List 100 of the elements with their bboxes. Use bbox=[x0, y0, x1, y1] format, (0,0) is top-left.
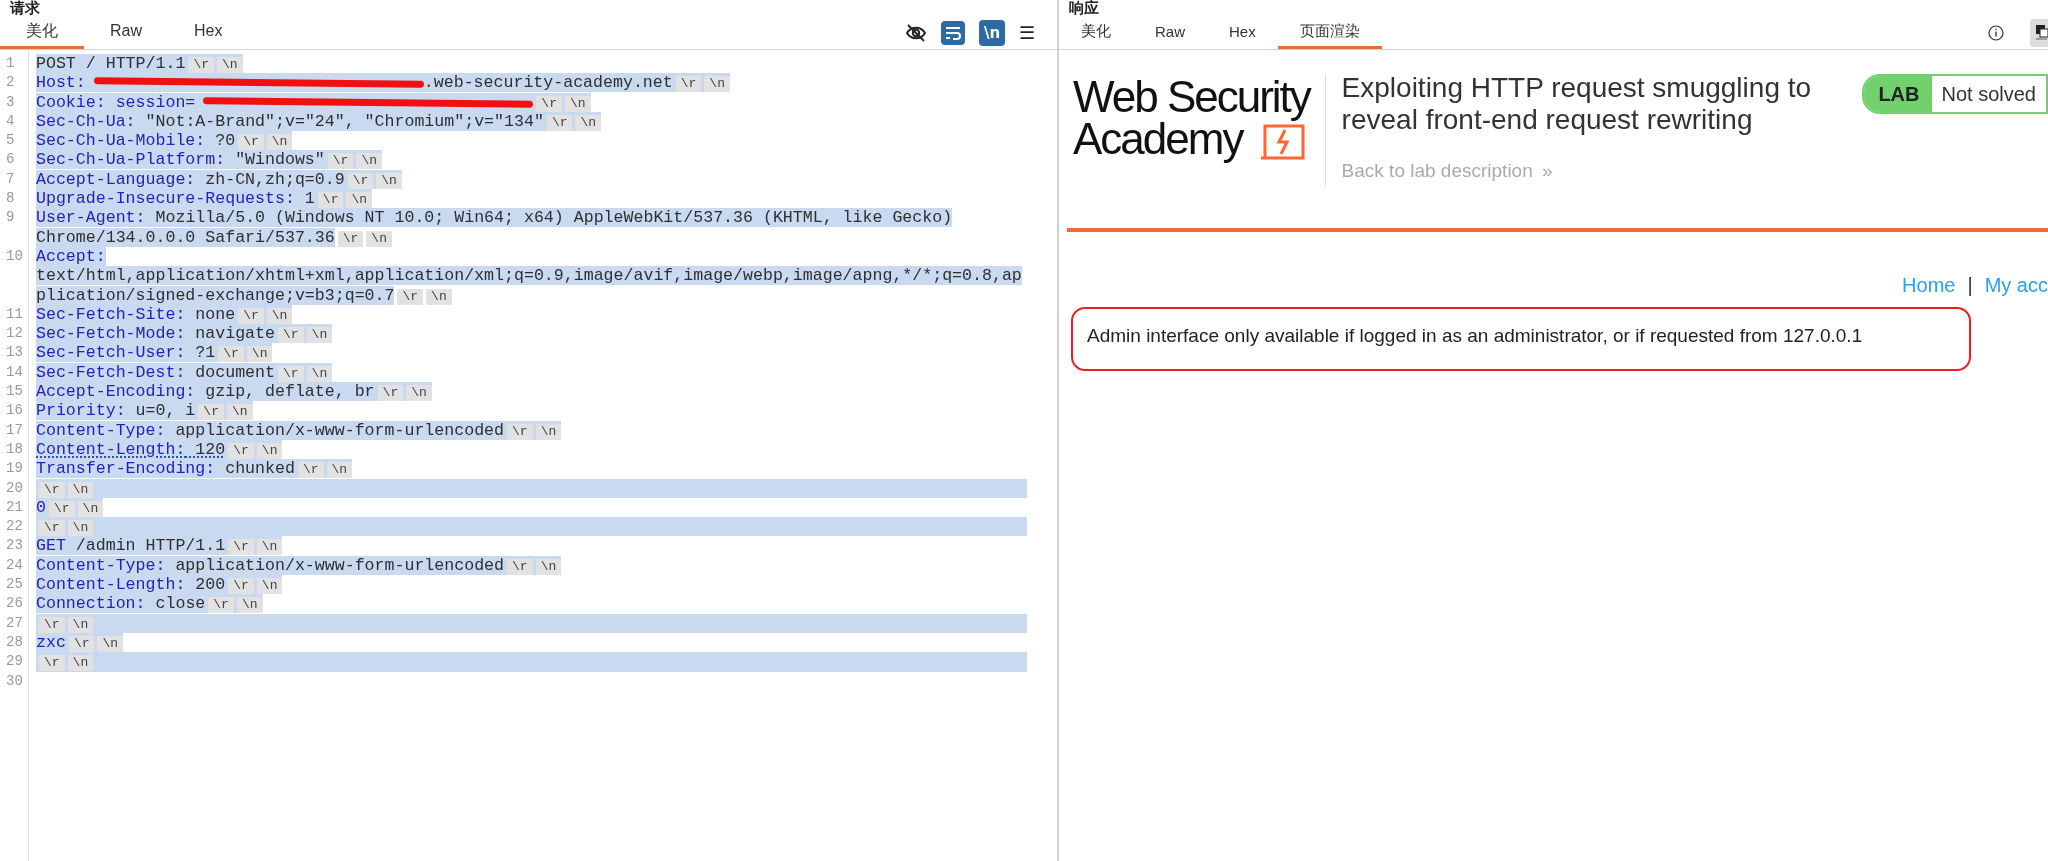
header-name: Connection: bbox=[36, 594, 146, 614]
nav-separator: | bbox=[1967, 274, 1973, 297]
line-break-marker: \r bbox=[39, 655, 65, 672]
header-value: Mozilla/5.0 (Windows NT 10.0; Win64; x64) AppleWebKit/537.36 (KHTML, like Gecko) bbox=[154, 208, 953, 228]
header-name: Sec-Ch-Ua-Mobile: bbox=[36, 131, 206, 151]
header-value: chunked bbox=[224, 459, 295, 479]
line-break-marker: \r bbox=[208, 597, 234, 614]
line-number: 1 bbox=[5, 54, 16, 73]
line-number: 18 bbox=[5, 439, 24, 459]
line-number: 27 bbox=[5, 613, 24, 633]
header-value: "Not:A-Brand";v="24", "Chromium";v="134" bbox=[144, 111, 544, 131]
line-number: 14 bbox=[5, 362, 24, 382]
line-break-marker: \r bbox=[507, 558, 533, 575]
line-number: 13 bbox=[5, 343, 24, 363]
header-value: application/x-www-form-urlencoded bbox=[174, 555, 505, 575]
line-number: 15 bbox=[5, 382, 24, 402]
line-break-marker: \r bbox=[317, 192, 344, 209]
header-name: zxc bbox=[36, 632, 66, 652]
header-name: Content-Type: bbox=[36, 555, 166, 575]
header-value: .web-security-academy.net bbox=[423, 73, 673, 93]
menu-button[interactable]: ☰ bbox=[1019, 21, 1035, 44]
tab[interactable]: Hex bbox=[1207, 16, 1278, 49]
header-name: Sec-Fetch-Dest: bbox=[36, 362, 186, 382]
line-break-marker: \r bbox=[218, 346, 244, 363]
line-break-marker: \r bbox=[188, 57, 214, 73]
header-name: Transfer-Encoding: bbox=[36, 459, 216, 479]
header-name: Sec-Fetch-Site: bbox=[36, 304, 186, 324]
header-value: 120 bbox=[194, 439, 226, 459]
line-break-marker: \n bbox=[704, 76, 730, 93]
line-break-marker: \r bbox=[536, 95, 562, 112]
line-break-marker: \n bbox=[306, 327, 333, 344]
line-number: 9 bbox=[5, 208, 16, 228]
line-break-marker: \n bbox=[266, 134, 293, 151]
line-number: 8 bbox=[5, 189, 16, 209]
line-number: 3 bbox=[5, 92, 16, 112]
line-break-marker: \r bbox=[546, 114, 573, 131]
header-value: "Windows" bbox=[234, 150, 325, 170]
line-number: 10 bbox=[5, 246, 24, 266]
line-break-marker: \r bbox=[675, 76, 702, 93]
header-name: Host: bbox=[36, 73, 86, 93]
line-break-marker: \r bbox=[278, 365, 304, 382]
header-value: 200 bbox=[194, 575, 226, 594]
wrap-icon[interactable] bbox=[941, 20, 965, 45]
line-break-marker: \r bbox=[39, 481, 65, 498]
line-break-marker: \r bbox=[297, 462, 324, 479]
header-value: close bbox=[154, 594, 206, 614]
line-number: 12 bbox=[5, 324, 24, 344]
header-value: document bbox=[194, 362, 275, 382]
header-value: Chrome/134.0.0.0 Safari/537.36 \r \n bbox=[36, 227, 1027, 247]
line-break-marker: \n bbox=[426, 288, 452, 305]
line-break-marker: \r bbox=[337, 230, 364, 247]
header-name: Sec-Ch-Ua-Platform: bbox=[36, 150, 226, 170]
line-number: 30 bbox=[5, 671, 24, 691]
tab[interactable]: 美化 bbox=[1059, 16, 1133, 49]
header-name: Accept-Language: bbox=[36, 169, 196, 189]
line-number: 16 bbox=[5, 401, 24, 421]
newline-toggle[interactable]: \n bbox=[979, 19, 1005, 46]
line-break-marker: \r bbox=[228, 578, 254, 594]
line-number: 5 bbox=[5, 131, 16, 151]
line-number: 25 bbox=[5, 575, 24, 594]
line-break-marker: \r bbox=[397, 288, 424, 305]
swap-icon[interactable] bbox=[2030, 18, 2048, 47]
hide-icon[interactable] bbox=[905, 21, 927, 44]
line-break-marker: \r bbox=[507, 423, 533, 440]
tab[interactable]: Raw bbox=[1133, 16, 1207, 49]
header-value: ?1 bbox=[194, 343, 216, 363]
line-break-marker: \n bbox=[575, 114, 602, 131]
header-value: /admin HTTP/1.1 bbox=[74, 536, 226, 556]
header-value: POST / HTTP/1.1 bbox=[36, 54, 186, 73]
header-name: Accept-Encoding: bbox=[36, 382, 196, 402]
line-break-marker: \n bbox=[256, 539, 283, 556]
line-number: 6 bbox=[5, 150, 16, 170]
header-name: User-Agent: bbox=[36, 208, 146, 228]
header-value: application/x-www-form-urlencoded bbox=[174, 420, 505, 440]
line-break-marker: \n bbox=[217, 57, 243, 73]
header-value: text/html,application/xhtml+xml,application/xml;q=0.9,image/avif,image/webp,image/apng,*/*;q=0.8,application/signed-exchange;v=b3;q=0.7 \r \n bbox=[36, 266, 1023, 305]
line-break-marker: \r bbox=[68, 635, 95, 652]
tab[interactable]: 美化 bbox=[0, 16, 84, 49]
line-number: 20 bbox=[5, 478, 24, 498]
header-value: none bbox=[194, 304, 236, 324]
line-break-marker: \n bbox=[306, 365, 333, 382]
line-break-marker: \r bbox=[39, 520, 65, 537]
tab[interactable]: 页面渲染 bbox=[1277, 16, 1382, 49]
message-box: Admin interface only available if logged in as an administrator, or if requested from 127.0.0.1 bbox=[1071, 307, 1971, 371]
header-value: zh-CN,zh;q=0.9 bbox=[204, 169, 345, 189]
header-value: 1 bbox=[303, 189, 315, 209]
header-name: Content-Length: bbox=[36, 575, 186, 594]
tab[interactable]: Hex bbox=[168, 16, 249, 49]
line-break-marker: \r bbox=[198, 404, 224, 421]
line-break-marker: \n bbox=[67, 655, 94, 672]
tab[interactable]: Raw bbox=[84, 16, 168, 49]
header-value: gzip, deflate, br bbox=[204, 382, 375, 402]
line-number: 26 bbox=[5, 594, 24, 614]
line-number: 7 bbox=[5, 169, 16, 189]
lab-status-badge: LAB Not solved bbox=[1862, 74, 2048, 114]
line-break-marker: \r bbox=[238, 134, 264, 151]
info-icon[interactable] bbox=[1988, 24, 2004, 41]
line-break-marker: \n bbox=[535, 423, 562, 440]
line-number: 17 bbox=[5, 420, 24, 440]
line-number: 24 bbox=[5, 555, 24, 575]
